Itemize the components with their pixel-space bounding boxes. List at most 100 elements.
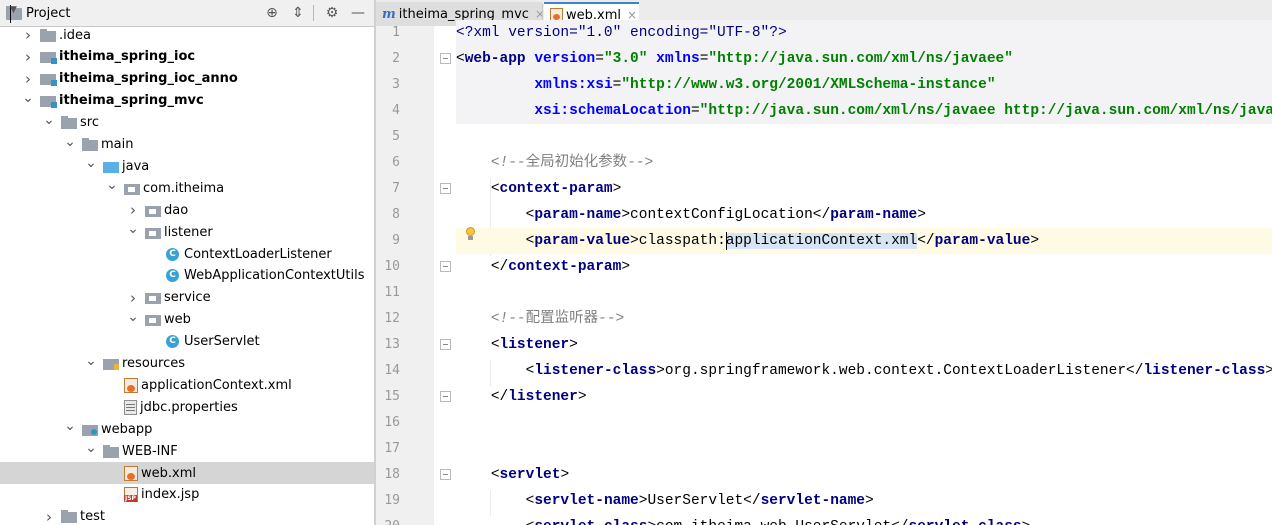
chevron-right-icon[interactable]: ›	[22, 48, 34, 66]
tree-item-label: web	[164, 312, 191, 328]
xml-file-icon	[124, 377, 138, 393]
chevron-down-icon[interactable]: ⌄	[85, 354, 97, 368]
tree-item[interactable]: ⌄ webapp	[0, 418, 374, 440]
tree-item-label: src	[80, 115, 99, 131]
tree-item[interactable]: ›CContextLoaderListener	[0, 243, 374, 265]
folder-icon	[103, 444, 119, 458]
tree-item[interactable]: › service	[0, 287, 374, 309]
tree-item-label: .idea	[59, 27, 91, 43]
line-number: 19	[384, 493, 400, 508]
header-separator	[313, 5, 314, 21]
tree-item[interactable]: ⌄ src	[0, 112, 374, 134]
lightbulb-icon[interactable]	[464, 226, 476, 242]
text-caret	[726, 232, 727, 250]
chevron-down-icon[interactable]: ⌄	[127, 222, 139, 236]
code-line: <servlet>	[490, 467, 570, 483]
class-icon: C	[166, 269, 179, 283]
line-number: 17	[384, 441, 400, 456]
tree-item-label: index.jsp	[141, 487, 200, 503]
chevron-down-icon[interactable]: ⌄	[43, 113, 55, 127]
tree-item[interactable]: ⌄ resources	[0, 353, 374, 375]
line-number: 6	[392, 155, 400, 170]
tree-item[interactable]: ⌄ web	[0, 309, 374, 331]
tree-item[interactable]: ›CUserServlet	[0, 331, 374, 353]
tree-item[interactable]: › dao	[0, 199, 374, 221]
tree-item[interactable]: ⌄ itheima_spring_mvc	[0, 90, 374, 112]
code-line: <web-app version="3.0" xmlns="http://jav…	[456, 46, 1272, 72]
tree-item[interactable]: ›index.jsp	[0, 484, 374, 506]
code-line: xmlns:xsi="http://www.w3.org/2001/XMLSch…	[456, 72, 1272, 98]
folder-icon	[40, 28, 56, 42]
gear-icon[interactable]: ⚙	[323, 4, 341, 22]
chevron-right-icon[interactable]: ›	[43, 508, 55, 525]
tree-item-label: java	[122, 158, 150, 174]
chevron-down-icon: ▼	[10, 4, 17, 23]
tree-item[interactable]: ⌄ java	[0, 155, 374, 177]
project-view-selector[interactable]: Project ▼	[6, 4, 70, 23]
editor-area: m itheima_spring_mvc × web.xml × 1234567…	[376, 0, 1272, 525]
fold-collapse-icon[interactable]	[440, 339, 451, 350]
tree-item[interactable]: ⌄ WEB-INF	[0, 440, 374, 462]
tree-item-label: main	[101, 137, 134, 152]
tree-item[interactable]: ⌄ main	[0, 134, 374, 156]
folder-icon	[61, 116, 77, 130]
properties-file-icon	[124, 399, 137, 415]
code-line: </listener>	[490, 389, 587, 405]
fold-collapse-icon[interactable]	[440, 183, 451, 194]
chevron-right-icon[interactable]: ›	[22, 26, 34, 44]
tree-item-label: web.xml	[141, 465, 196, 481]
line-number: 20	[376, 514, 400, 525]
chevron-down-icon[interactable]: ⌄	[64, 419, 76, 433]
package-icon	[124, 183, 140, 195]
module-icon	[40, 74, 57, 87]
crosshair-icon[interactable]: ⊕	[263, 4, 281, 22]
chevron-right-icon[interactable]: ›	[127, 289, 139, 307]
package-icon	[145, 315, 161, 327]
folder-icon	[61, 510, 77, 524]
tree-item[interactable]: ›jdbc.properties	[0, 396, 374, 418]
line-number: 7	[392, 181, 400, 196]
line-number: 18	[384, 467, 400, 482]
tree-item[interactable]: › itheima_spring_ioc	[0, 46, 374, 68]
tree-item-label: service	[164, 290, 211, 306]
code-line: </context-param>	[490, 259, 631, 275]
collapse-all-icon[interactable]: ⇕	[289, 4, 307, 22]
chevron-down-icon[interactable]: ⌄	[127, 310, 139, 324]
tree-item[interactable]: › itheima_spring_ioc_anno	[0, 68, 374, 90]
minimize-icon[interactable]: —	[349, 4, 367, 22]
fold-end-icon[interactable]	[440, 261, 451, 272]
chevron-right-icon[interactable]: ›	[127, 201, 139, 219]
tree-item-label: applicationContext.xml	[141, 377, 292, 393]
tree-item[interactable]: ›CWebApplicationContextUtils	[0, 265, 374, 287]
chevron-down-icon[interactable]: ⌄	[106, 178, 118, 192]
chevron-down-icon[interactable]: ⌄	[85, 441, 97, 455]
jsp-file-icon	[124, 487, 138, 503]
code-line: <listener>	[490, 337, 578, 353]
tree-item-label: dao	[164, 202, 189, 218]
tree-item-label: com.itheima	[143, 180, 225, 196]
fold-collapse-icon[interactable]	[440, 53, 451, 64]
chevron-down-icon[interactable]: ⌄	[64, 135, 76, 149]
line-number: 4	[392, 103, 400, 118]
package-icon	[145, 205, 161, 217]
chevron-down-icon[interactable]: ⌄	[22, 91, 34, 105]
chevron-down-icon[interactable]: ⌄	[85, 156, 97, 170]
tree-item[interactable]: ›applicationContext.xml	[0, 374, 374, 396]
code-editor[interactable]: <?xml version="1.0" encoding="UTF-8"?> <w…	[456, 20, 1272, 525]
tree-item[interactable]: ⌄ com.itheima	[0, 177, 374, 199]
tree-item-label: resources	[122, 356, 186, 371]
tree-item[interactable]: › .idea	[0, 24, 374, 46]
line-number: 3	[392, 77, 400, 92]
tree-item-label: WebApplicationContextUtils	[184, 268, 365, 284]
tree-item[interactable]: › test	[0, 506, 374, 525]
chevron-right-icon[interactable]: ›	[22, 70, 34, 88]
fold-end-icon[interactable]	[440, 391, 451, 402]
module-icon	[40, 52, 57, 65]
code-line: xsi:schemaLocation="http://java.sun.com/…	[456, 98, 1272, 124]
web-folder-icon	[82, 424, 98, 436]
tree-item[interactable]: ⌄ listener	[0, 221, 374, 243]
tree-item[interactable]: ›web.xml	[0, 462, 374, 484]
fold-collapse-icon[interactable]	[440, 469, 451, 480]
tree-item-label: itheima_spring_ioc_anno	[59, 71, 238, 87]
